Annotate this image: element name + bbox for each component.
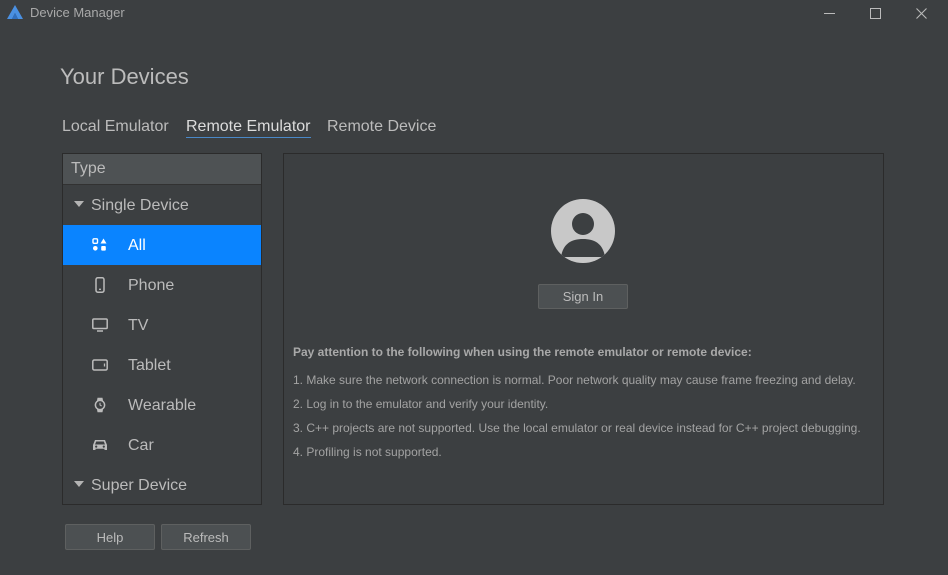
refresh-button[interactable]: Refresh [161, 524, 251, 550]
tree-item-label: Wearable [128, 397, 197, 414]
page-title: Your Devices [60, 64, 189, 89]
note-item: 3. C++ projects are not supported. Use t… [293, 421, 861, 435]
expand-triangle-icon [74, 201, 84, 207]
tab-local-emulator[interactable]: Local Emulator [62, 118, 169, 136]
user-avatar-icon [551, 199, 615, 263]
tree-item-all[interactable]: All [63, 225, 261, 265]
tree-item-label: Tablet [128, 357, 171, 374]
tree-item-label: Phone [128, 277, 175, 294]
help-button[interactable]: Help [65, 524, 155, 550]
maximize-icon [869, 7, 881, 19]
tree-item-car[interactable]: Car [63, 425, 261, 465]
remote-emulator-panel: Sign In Pay attention to the following w… [283, 153, 884, 505]
app-logo-icon [7, 5, 23, 19]
tree-item-tablet[interactable]: Tablet [63, 345, 261, 385]
note-item: 1. Make sure the network connection is n… [293, 373, 856, 387]
expand-triangle-icon [74, 481, 84, 487]
notes-title: Pay attention to the following when usin… [293, 345, 752, 359]
tree-item-wearable[interactable]: Wearable [63, 385, 261, 425]
tablet-icon [91, 357, 109, 373]
close-button[interactable] [898, 0, 944, 26]
apps-icon [91, 237, 109, 253]
tree-item-label: TV [128, 317, 149, 334]
tree-item-phone[interactable]: Phone [63, 265, 261, 305]
phone-icon [91, 277, 109, 293]
device-type-panel: Type Single Device All Phone TV Tablet W… [62, 153, 262, 505]
tree-group-super-device[interactable]: Super Device [63, 465, 261, 504]
tv-icon [91, 317, 109, 333]
tree-item-label: Car [128, 437, 154, 454]
type-header: Type [63, 154, 261, 185]
sign-in-button[interactable]: Sign In [538, 284, 628, 309]
note-item: 2. Log in to the emulator and verify you… [293, 397, 549, 411]
tree-group-single-device[interactable]: Single Device [63, 185, 261, 225]
tree-item-label: All [128, 237, 146, 254]
title-bar: Device Manager [0, 0, 948, 26]
tab-remote-emulator[interactable]: Remote Emulator [186, 118, 311, 138]
minimize-icon [823, 12, 835, 14]
window-title: Device Manager [30, 5, 125, 20]
tab-remote-device[interactable]: Remote Device [327, 118, 436, 136]
car-icon [91, 437, 109, 453]
close-icon [915, 7, 927, 19]
watch-icon [91, 397, 109, 413]
tree-group-label: Super Device [91, 477, 188, 494]
note-item: 4. Profiling is not supported. [293, 445, 442, 459]
tree-group-label: Single Device [91, 197, 189, 214]
tree-item-tv[interactable]: TV [63, 305, 261, 345]
minimize-button[interactable] [806, 0, 852, 26]
maximize-button[interactable] [852, 0, 898, 26]
